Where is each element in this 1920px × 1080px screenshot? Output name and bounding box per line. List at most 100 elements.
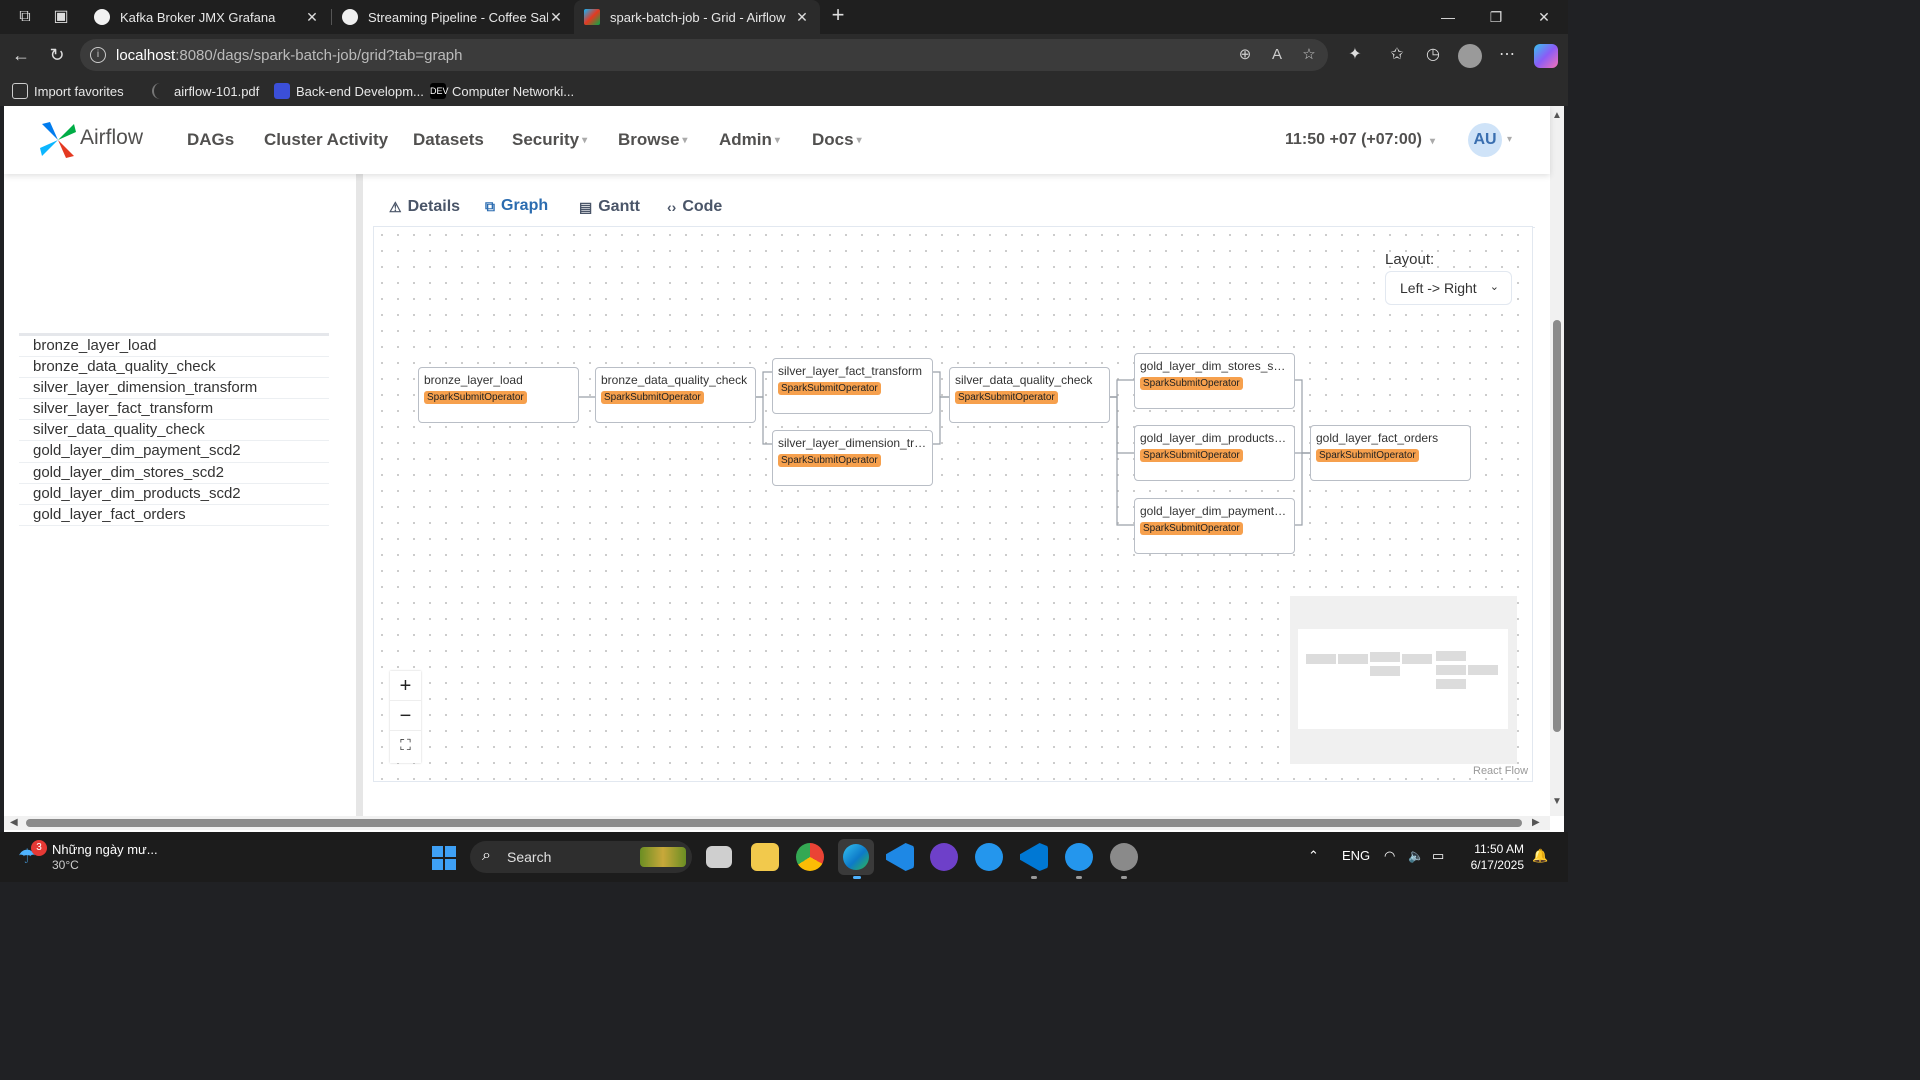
list-item[interactable]: gold_layer_dim_payment_scd2 bbox=[19, 441, 329, 463]
fit-view-button[interactable]: ⛶ bbox=[390, 731, 421, 761]
volume-icon[interactable]: 🔈 bbox=[1408, 848, 1424, 864]
start-button[interactable] bbox=[432, 846, 456, 870]
close-tab-icon[interactable]: ✕ bbox=[548, 9, 564, 26]
list-item[interactable]: gold_layer_fact_orders bbox=[19, 505, 329, 526]
nav-datasets[interactable]: Datasets bbox=[413, 130, 484, 150]
extensions-icon[interactable]: ✦ bbox=[1344, 44, 1366, 66]
vertical-scrollbar[interactable]: ▲ ▼ bbox=[1550, 106, 1564, 816]
chrome-icon[interactable] bbox=[796, 843, 824, 871]
favorites-icon[interactable]: ✩ bbox=[1386, 44, 1408, 66]
nav-security[interactable]: Security ▾ bbox=[512, 130, 587, 150]
bookmark-airflow-pdf[interactable]: airflow-101.pdf bbox=[152, 81, 259, 101]
task-node-silver-layer-dimension-transform[interactable]: silver_layer_dimension_tra... SparkSubmi… bbox=[772, 430, 933, 486]
list-item[interactable]: silver_layer_fact_transform bbox=[19, 399, 329, 421]
docker-desktop-icon[interactable] bbox=[1065, 843, 1093, 871]
tab-code[interactable]: ‹› Code bbox=[653, 186, 736, 228]
nav-dags[interactable]: DAGs bbox=[187, 130, 234, 150]
resize-handle[interactable] bbox=[356, 174, 363, 816]
operator-badge: SparkSubmitOperator bbox=[778, 382, 881, 395]
zoom-out-button[interactable]: − bbox=[390, 701, 421, 731]
chevron-down-icon[interactable]: ▾ bbox=[1507, 134, 1512, 145]
list-item[interactable]: silver_data_quality_check bbox=[19, 420, 329, 442]
task-node-gold-layer-dim-payment-scd2[interactable]: gold_layer_dim_payment_s... SparkSubmitO… bbox=[1134, 498, 1295, 554]
bookmark-import-favorites[interactable]: Import favorites bbox=[12, 81, 124, 101]
taskbar-search[interactable]: ⌕ Search bbox=[470, 841, 692, 873]
task-node-gold-layer-dim-products-scd2[interactable]: gold_layer_dim_products_s... SparkSubmit… bbox=[1134, 425, 1295, 481]
tab-details[interactable]: ⚠ Details bbox=[375, 186, 474, 228]
list-item[interactable]: bronze_layer_load bbox=[19, 336, 329, 358]
horizontal-scrollbar[interactable]: ◀ ▶ bbox=[4, 816, 1550, 830]
reload-icon[interactable]: ↻ bbox=[46, 44, 68, 66]
tab-actions-icon[interactable]: ▣ bbox=[50, 6, 72, 28]
url-field[interactable]: i localhost:8080/dags/spark-batch-job/gr… bbox=[80, 39, 1328, 71]
browser-tab-streaming[interactable]: Streaming Pipeline - Coffee Sales ✕ bbox=[332, 0, 574, 34]
settings-gear-icon[interactable] bbox=[1110, 843, 1138, 871]
close-tab-icon[interactable]: ✕ bbox=[304, 9, 320, 26]
task-node-bronze-layer-load[interactable]: bronze_layer_load SparkSubmitOperator bbox=[418, 367, 579, 423]
bookmark-computer-networking[interactable]: DEV Computer Networki... bbox=[430, 81, 574, 101]
new-tab-button[interactable]: + bbox=[826, 4, 850, 28]
timezone-dropdown[interactable]: 11:50 +07 (+07:00) ▾ bbox=[1285, 131, 1435, 149]
vscode-blue-icon[interactable] bbox=[886, 843, 914, 871]
task-node-silver-data-quality-check[interactable]: silver_data_quality_check SparkSubmitOpe… bbox=[949, 367, 1110, 423]
operator-badge: SparkSubmitOperator bbox=[601, 391, 704, 404]
close-tab-icon[interactable]: ✕ bbox=[794, 9, 810, 26]
more-menu-icon[interactable]: ⋯ bbox=[1496, 44, 1518, 66]
zoom-icon[interactable]: ⊕ bbox=[1236, 46, 1254, 64]
tab-graph[interactable]: ⧉ Graph bbox=[471, 186, 563, 228]
close-window-icon[interactable]: ✕ bbox=[1532, 5, 1556, 29]
nav-admin[interactable]: Admin ▾ bbox=[719, 130, 780, 150]
edge-app-active[interactable] bbox=[838, 839, 874, 875]
notifications-icon[interactable]: 🔔 bbox=[1532, 848, 1548, 864]
horizontal-scroll-thumb[interactable] bbox=[26, 819, 1522, 827]
notification-badge: 3 bbox=[31, 840, 47, 856]
windows-taskbar: ☂ 3 Những ngày mư... 30°C ⌕ Search ⌃ ENG… bbox=[0, 832, 1568, 882]
browser-tab-grafana[interactable]: Kafka Broker JMX Grafana ✕ bbox=[84, 0, 330, 34]
vscode-icon[interactable] bbox=[1020, 843, 1048, 871]
minimize-icon[interactable]: — bbox=[1436, 5, 1460, 29]
list-item[interactable]: gold_layer_dim_products_scd2 bbox=[19, 484, 329, 505]
user-avatar[interactable]: AU bbox=[1468, 123, 1502, 157]
nav-cluster-activity[interactable]: Cluster Activity bbox=[264, 130, 388, 150]
workspaces-icon[interactable]: ⧉ bbox=[14, 6, 36, 28]
favorite-star-icon[interactable]: ☆ bbox=[1300, 46, 1318, 64]
list-item[interactable]: gold_layer_dim_stores_scd2 bbox=[19, 463, 329, 484]
react-flow-attribution[interactable]: React Flow bbox=[1473, 765, 1528, 777]
site-info-icon[interactable]: i bbox=[90, 47, 106, 63]
back-icon[interactable]: ← bbox=[10, 44, 32, 66]
github-desktop-icon[interactable] bbox=[930, 843, 958, 871]
task-node-gold-layer-fact-orders[interactable]: gold_layer_fact_orders SparkSubmitOperat… bbox=[1310, 425, 1471, 481]
copilot-icon[interactable] bbox=[1534, 44, 1558, 68]
history-icon[interactable]: ◷ bbox=[1422, 44, 1444, 66]
maximize-icon[interactable]: ❐ bbox=[1484, 5, 1508, 29]
profile-avatar[interactable] bbox=[1458, 44, 1482, 68]
dag-graph-canvas[interactable]: Layout: Left -> Right ⌄ bronze_layer_loa… bbox=[373, 226, 1533, 782]
vertical-scroll-thumb[interactable] bbox=[1553, 320, 1561, 732]
nav-docs[interactable]: Docs ▾ bbox=[812, 130, 862, 150]
browser-tab-airflow[interactable]: spark-batch-job - Grid - Airflow ✕ bbox=[574, 0, 820, 34]
system-clock[interactable]: 11:50 AM 6/17/2025 bbox=[1466, 841, 1524, 873]
zoom-in-button[interactable]: + bbox=[390, 671, 421, 701]
task-node-gold-layer-dim-stores-scd2[interactable]: gold_layer_dim_stores_scd2 SparkSubmitOp… bbox=[1134, 353, 1295, 409]
docker-icon[interactable] bbox=[975, 843, 1003, 871]
list-item[interactable]: bronze_data_quality_check bbox=[19, 357, 329, 379]
battery-icon[interactable]: ▭ bbox=[1432, 848, 1444, 864]
weather-text[interactable]: Những ngày mư... bbox=[52, 842, 158, 857]
tab-gantt[interactable]: ▤ Gantt bbox=[565, 186, 654, 228]
bookmark-backend-development[interactable]: Back-end Developm... bbox=[274, 81, 424, 101]
task-node-bronze-data-quality-check[interactable]: bronze_data_quality_check SparkSubmitOpe… bbox=[595, 367, 756, 423]
chevron-up-icon[interactable]: ⌃ bbox=[1308, 848, 1319, 864]
language-indicator[interactable]: ENG bbox=[1342, 848, 1370, 863]
graph-icon: ⧉ bbox=[485, 197, 495, 214]
brand-name[interactable]: Airflow bbox=[80, 126, 143, 150]
task-node-silver-layer-fact-transform[interactable]: silver_layer_fact_transform SparkSubmitO… bbox=[772, 358, 933, 414]
graph-minimap[interactable] bbox=[1290, 596, 1517, 764]
grid-panel: bronze_layer_load bronze_data_quality_ch… bbox=[4, 174, 356, 832]
task-view-icon[interactable] bbox=[706, 846, 732, 868]
nav-browse[interactable]: Browse ▾ bbox=[618, 130, 687, 150]
wifi-icon[interactable]: ◠ bbox=[1384, 848, 1395, 864]
airflow-logo[interactable] bbox=[36, 118, 80, 162]
read-aloud-icon[interactable]: A bbox=[1268, 46, 1286, 64]
list-item[interactable]: silver_layer_dimension_transform bbox=[19, 378, 329, 400]
file-explorer-icon[interactable] bbox=[751, 843, 779, 871]
